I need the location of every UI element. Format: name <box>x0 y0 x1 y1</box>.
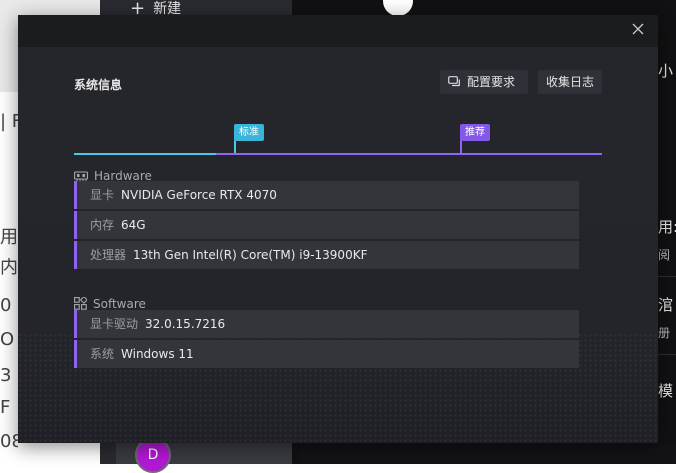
system-info-dialog: 系统信息 配置要求 收集日志 标准 推荐 Hardware 显卡 NVIDIA … <box>18 15 658 443</box>
close-icon <box>632 23 644 35</box>
hardware-row-gpu: 显卡 NVIDIA GeForce RTX 4070 <box>74 181 579 209</box>
background-text-fragment: 用: <box>658 218 676 236</box>
progress-bar-recommended <box>216 153 602 155</box>
background-text-fragment: O <box>0 330 15 350</box>
close-button[interactable] <box>632 23 644 35</box>
row-value: Windows 11 <box>121 347 194 361</box>
background-text-fragment: 08 20 D9 <box>0 432 18 452</box>
background-text-fragment: 内! <box>0 258 18 278</box>
row-label: 显卡驱动 <box>90 317 139 331</box>
background-text-fragment: | F <box>0 112 18 132</box>
chat-icon <box>448 72 461 96</box>
row-label: 处理器 <box>90 248 127 262</box>
background-text-fragment: 0 6 <box>0 296 18 316</box>
dialog-title: 系统信息 <box>74 78 123 92</box>
background-separator <box>658 354 676 355</box>
requirements-button[interactable]: 配置要求 <box>440 70 528 94</box>
row-label: 内存 <box>90 218 115 232</box>
software-row-driver: 显卡驱动 32.0.15.7216 <box>74 310 579 338</box>
requirements-button-label: 配置要求 <box>467 75 516 89</box>
dialog-titlebar <box>18 15 658 47</box>
background-text-fragment: 用V <box>0 228 18 248</box>
row-value: NVIDIA GeForce RTX 4070 <box>121 188 277 202</box>
background-text-fragment: 3 6 <box>0 366 18 386</box>
system-info-card: 系统信息 配置要求 收集日志 标准 推荐 Hardware 显卡 NVIDIA … <box>18 47 658 443</box>
software-row-os: 系统 Windows 11 <box>74 340 579 368</box>
row-value: 32.0.15.7216 <box>145 317 226 331</box>
background-text-fragment: 模 <box>658 382 674 400</box>
progress-bar-standard <box>74 153 216 155</box>
recommended-tag: 推荐 <box>460 124 490 141</box>
software-heading-label: Software <box>93 297 146 311</box>
standard-tag: 标准 <box>234 124 264 141</box>
row-label: 显卡 <box>90 188 115 202</box>
background-text-fragment: 小 <box>658 62 674 80</box>
collect-logs-button[interactable]: 收集日志 <box>538 70 602 94</box>
hardware-row-cpu: 处理器 13th Gen Intel(R) Core(TM) i9-13900KF <box>74 241 579 269</box>
background-footer <box>300 444 676 464</box>
background-separator <box>658 276 676 277</box>
row-value: 64G <box>121 218 146 232</box>
background-text-fragment: 涫 <box>658 296 674 314</box>
background-text-fragment: 册 <box>658 326 671 340</box>
row-label: 系统 <box>90 347 115 361</box>
row-value: 13th Gen Intel(R) Core(TM) i9-13900KF <box>133 248 368 262</box>
hardware-row-memory: 内存 64G <box>74 211 579 239</box>
background-text-fragment: 阅 <box>658 248 671 262</box>
background-text-fragment: F <box>0 398 11 418</box>
